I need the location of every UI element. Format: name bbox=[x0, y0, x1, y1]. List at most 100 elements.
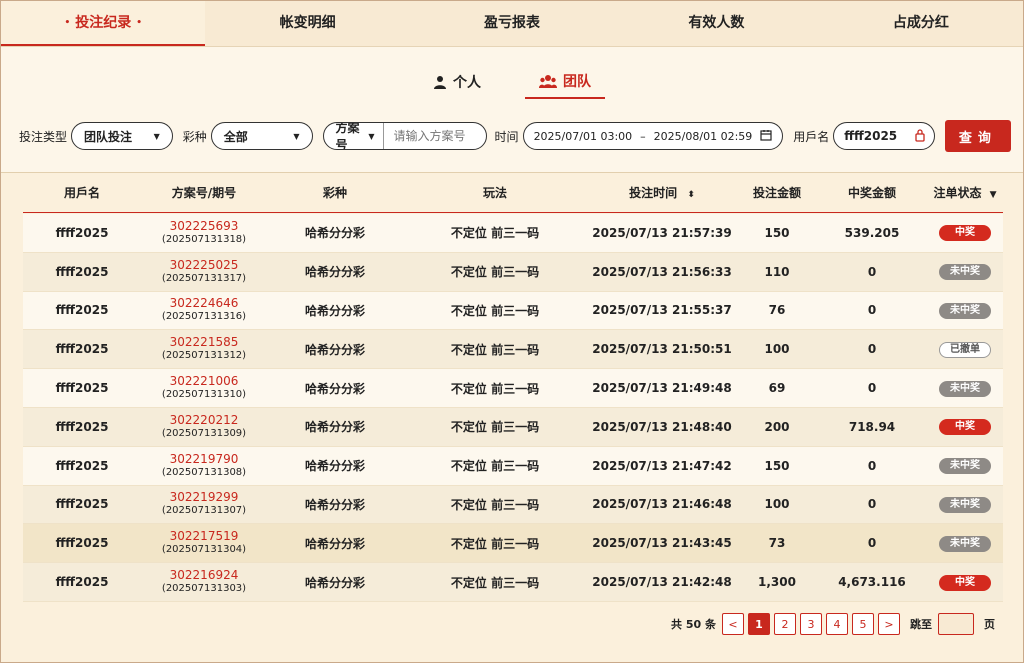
cell-bet: 100 bbox=[764, 497, 790, 512]
cell-win: 0 bbox=[867, 536, 877, 551]
status-badge: 中奖 bbox=[939, 225, 991, 242]
lottery-label: 彩种 bbox=[182, 129, 207, 144]
tab-bet-record[interactable]: 投注纪录 bbox=[1, 1, 206, 46]
header-bet: 投注金额 bbox=[752, 186, 801, 200]
total-count: 共 50 条 bbox=[671, 618, 716, 631]
date-range-picker[interactable]: 2025/07/01 03:00 – 2025/08/01 02:59 bbox=[522, 122, 784, 150]
cell-bet: 200 bbox=[764, 419, 790, 434]
tab-account-changes[interactable]: 帐变明细 bbox=[205, 1, 409, 46]
tab-active-members[interactable]: 有效人数 bbox=[614, 1, 818, 46]
header-time-label: 投注时间 bbox=[629, 186, 678, 200]
cell-plan: 302221585 (202507131312) bbox=[141, 335, 267, 363]
tab-dividends[interactable]: 占成分红 bbox=[819, 1, 1023, 46]
plan-number-input[interactable] bbox=[383, 123, 486, 149]
cell-plan: 302224646 (202507131316) bbox=[141, 296, 267, 324]
query-button[interactable]: 查询 bbox=[944, 120, 1011, 152]
plan-number-link[interactable]: 302225693 bbox=[170, 219, 239, 233]
filter-bar: 投注类型 团队投注 ▼ 彩种 全部 ▼ 方案号 ▼ 时间 2025/07/01 … bbox=[19, 120, 1011, 152]
subtab-team[interactable]: 团队 bbox=[525, 69, 605, 99]
page-button-4[interactable]: 4 bbox=[826, 613, 848, 635]
issue-number: (202507131303) bbox=[161, 583, 247, 595]
cell-time: 2025/07/13 21:56:33 bbox=[592, 264, 732, 279]
jump-page-input[interactable] bbox=[938, 613, 974, 635]
cell-play: 不定位 前三一码 bbox=[450, 265, 540, 280]
status-badge: 未中奖 bbox=[939, 380, 991, 397]
cell-time: 2025/07/13 21:48:40 bbox=[592, 419, 732, 434]
header-username: 用戶名 bbox=[63, 186, 100, 200]
page-button-5[interactable]: 5 bbox=[852, 613, 874, 635]
page-button-1[interactable]: 1 bbox=[748, 613, 770, 635]
page-button-2[interactable]: 2 bbox=[774, 613, 796, 635]
issue-number: (202507131312) bbox=[161, 350, 247, 362]
header-status[interactable]: 注单状态 ▼ bbox=[927, 184, 1003, 201]
cell-win: 0 bbox=[867, 342, 877, 357]
cell-play: 不定位 前三一码 bbox=[450, 575, 540, 590]
issue-number: (202507131304) bbox=[161, 544, 247, 556]
chevron-down-icon: ▼ bbox=[293, 131, 300, 141]
jump-label: 跳至 bbox=[910, 618, 932, 631]
table-row: ffff2025 302219299 (202507131307) 哈希分分彩 不定位 … bbox=[23, 485, 1003, 525]
plan-number-link[interactable]: 302224646 bbox=[170, 296, 239, 310]
sort-icon[interactable]: ⬍ bbox=[687, 190, 695, 200]
cell-status: 未中奖 bbox=[927, 263, 1003, 281]
bet-type-value: 团队投注 bbox=[84, 129, 133, 144]
subtab-personal[interactable]: 个人 bbox=[419, 69, 495, 99]
status-badge: 未中奖 bbox=[939, 264, 991, 281]
plan-number-link[interactable]: 302220212 bbox=[170, 413, 239, 427]
bet-type-select[interactable]: 团队投注 ▼ bbox=[71, 122, 173, 150]
chevron-down-icon: ▼ bbox=[368, 131, 375, 141]
table-row: ffff2025 302217519 (202507131304) 哈希分分彩 不定位 … bbox=[23, 524, 1003, 564]
cell-status: 未中奖 bbox=[927, 302, 1003, 319]
cell-bet: 150 bbox=[764, 225, 790, 240]
issue-number: (202507131310) bbox=[161, 389, 247, 401]
username-label: 用戶名 bbox=[793, 129, 830, 144]
status-badge: 中奖 bbox=[939, 574, 991, 591]
filter-icon[interactable]: ▼ bbox=[990, 190, 997, 200]
cell-lottery: 哈希分分彩 bbox=[304, 342, 365, 357]
cell-lottery: 哈希分分彩 bbox=[304, 536, 365, 551]
plan-number-link[interactable]: 302217519 bbox=[170, 529, 239, 543]
subtab-personal-label: 个人 bbox=[453, 75, 481, 91]
issue-number: (202507131308) bbox=[161, 466, 247, 478]
plan-number-link[interactable]: 302225025 bbox=[170, 258, 239, 272]
table-row: ffff2025 302225025 (202507131317) 哈希分分彩 不定位 … bbox=[23, 252, 1003, 292]
person-icon bbox=[433, 75, 447, 89]
username-input[interactable]: ffff2025 bbox=[833, 122, 935, 150]
cell-time: 2025/07/13 21:43:45 bbox=[592, 536, 732, 551]
cell-username: ffff2025 bbox=[55, 536, 109, 551]
plan-type-select[interactable]: 方案号 ▼ bbox=[324, 123, 384, 149]
status-badge: 中奖 bbox=[939, 419, 991, 436]
cell-username: ffff2025 bbox=[55, 575, 109, 590]
team-icon bbox=[539, 74, 557, 88]
cell-win: 0 bbox=[867, 458, 877, 473]
cell-status: 中奖 bbox=[927, 574, 1003, 591]
plan-number-link[interactable]: 302219790 bbox=[170, 452, 239, 466]
status-badge: 未中奖 bbox=[939, 535, 991, 552]
next-page-button[interactable]: > bbox=[878, 613, 900, 635]
plan-number-link[interactable]: 302219299 bbox=[170, 490, 239, 504]
time-label: 时间 bbox=[494, 129, 519, 144]
cell-status: 已撤单 bbox=[927, 341, 1003, 358]
cell-bet: 69 bbox=[768, 381, 786, 396]
cell-bet: 150 bbox=[764, 458, 790, 473]
cell-win: 4,673.116 bbox=[838, 575, 906, 590]
cell-username: ffff2025 bbox=[55, 458, 109, 473]
plan-number-link[interactable]: 302221006 bbox=[170, 374, 239, 388]
cell-lottery: 哈希分分彩 bbox=[304, 381, 365, 396]
table-row: ffff2025 302221585 (202507131312) 哈希分分彩 不定位 … bbox=[23, 330, 1003, 370]
plan-number-link[interactable]: 302216924 bbox=[170, 568, 239, 582]
cell-time: 2025/07/13 21:49:48 bbox=[592, 381, 732, 396]
cell-status: 未中奖 bbox=[927, 535, 1003, 552]
header-lottery: 彩种 bbox=[322, 186, 347, 200]
table-header: 用戶名 方案号/期号 彩种 玩法 投注时间 ⬍ 投注金额 中奖金额 注单状态 ▼ bbox=[23, 173, 1003, 213]
status-badge: 已撤单 bbox=[939, 341, 991, 358]
tab-profit-report[interactable]: 盈亏报表 bbox=[410, 1, 614, 46]
header-win: 中奖金额 bbox=[847, 186, 896, 200]
page-suffix: 页 bbox=[984, 618, 995, 631]
lottery-select[interactable]: 全部 ▼ bbox=[210, 122, 313, 150]
prev-page-button[interactable]: < bbox=[722, 613, 744, 635]
plan-number-link[interactable]: 302221585 bbox=[170, 335, 239, 349]
page-button-3[interactable]: 3 bbox=[800, 613, 822, 635]
header-time[interactable]: 投注时间 ⬍ bbox=[587, 184, 737, 201]
clear-icon[interactable] bbox=[914, 128, 926, 145]
